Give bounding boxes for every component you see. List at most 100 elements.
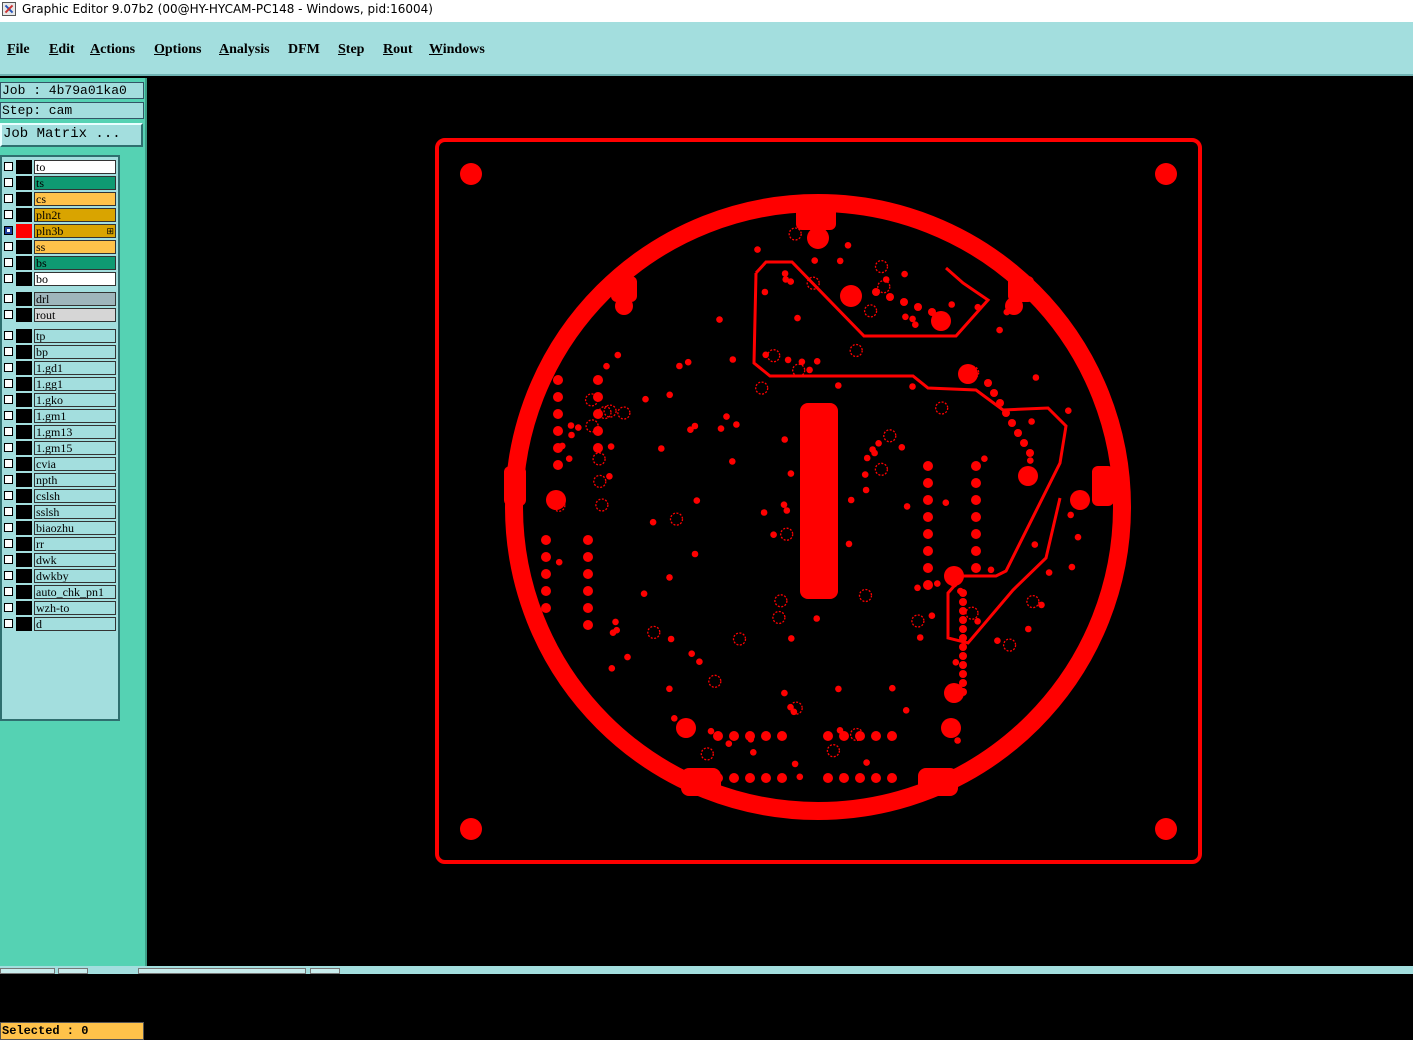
layer-checkbox[interactable] (4, 194, 13, 203)
layer-color-swatch[interactable] (16, 272, 32, 286)
layer-name[interactable]: bo (34, 272, 116, 286)
layer-name[interactable]: rout (34, 308, 116, 322)
layer-color-swatch[interactable] (16, 425, 32, 439)
layer-checkbox[interactable] (4, 475, 13, 484)
layer-row-1.gg1[interactable]: 1.gg1 (2, 376, 118, 392)
layer-color-swatch[interactable] (16, 329, 32, 343)
menu-windows[interactable]: Windows (429, 42, 485, 58)
layer-color-swatch[interactable] (16, 409, 32, 423)
layer-color-swatch[interactable] (16, 208, 32, 222)
layer-color-swatch[interactable] (16, 489, 32, 503)
layer-checkbox[interactable] (4, 411, 13, 420)
layer-color-swatch[interactable] (16, 473, 32, 487)
layer-row-drl[interactable]: drl (2, 291, 118, 307)
layer-color-swatch[interactable] (16, 521, 32, 535)
layer-color-swatch[interactable] (16, 457, 32, 471)
layer-color-swatch[interactable] (16, 224, 32, 238)
layer-color-swatch[interactable] (16, 345, 32, 359)
bottom-segment[interactable] (58, 968, 88, 974)
layer-color-swatch[interactable] (16, 176, 32, 190)
layer-row-d[interactable]: d (2, 616, 118, 632)
layer-row-dwk[interactable]: dwk (2, 552, 118, 568)
layer-checkbox[interactable] (4, 491, 13, 500)
bottom-segment[interactable] (310, 968, 340, 974)
layer-name[interactable]: 1.gm13 (34, 425, 116, 439)
layer-color-swatch[interactable] (16, 240, 32, 254)
layer-row-bs[interactable]: bs (2, 255, 118, 271)
layer-checkbox[interactable] (4, 555, 13, 564)
layer-color-swatch[interactable] (16, 617, 32, 631)
menu-step[interactable]: Step (338, 42, 364, 58)
layer-checkbox[interactable] (4, 587, 13, 596)
layer-color-swatch[interactable] (16, 441, 32, 455)
job-matrix-button[interactable]: Job Matrix ... (0, 123, 143, 147)
layer-row-npth[interactable]: npth (2, 472, 118, 488)
layer-checkbox[interactable] (4, 571, 13, 580)
layer-name[interactable]: rr (34, 537, 116, 551)
layer-checkbox[interactable] (4, 427, 13, 436)
layer-color-swatch[interactable] (16, 377, 32, 391)
layer-checkbox[interactable] (4, 379, 13, 388)
layer-color-swatch[interactable] (16, 601, 32, 615)
layer-color-swatch[interactable] (16, 256, 32, 270)
layer-checkbox[interactable] (4, 294, 13, 303)
layer-name[interactable]: bp (34, 345, 116, 359)
layer-row-1.gd1[interactable]: 1.gd1 (2, 360, 118, 376)
menu-analysis[interactable]: Analysis (219, 42, 270, 58)
layer-color-swatch[interactable] (16, 553, 32, 567)
layer-row-pln3b[interactable]: pln3b ⊞ (2, 223, 118, 239)
layer-name[interactable]: dwk (34, 553, 116, 567)
menu-options[interactable]: Options (154, 42, 201, 58)
layer-row-wzh-to[interactable]: wzh-to (2, 600, 118, 616)
layer-row-cs[interactable]: cs (2, 191, 118, 207)
layer-name[interactable]: 1.gm1 (34, 409, 116, 423)
menu-edit[interactable]: Edit (49, 42, 75, 58)
layer-row-cvia[interactable]: cvia (2, 456, 118, 472)
layer-checkbox[interactable] (4, 507, 13, 516)
layer-row-1.gm1[interactable]: 1.gm1 (2, 408, 118, 424)
layer-checkbox[interactable] (4, 347, 13, 356)
layer-checkbox[interactable] (4, 523, 13, 532)
layer-checkbox[interactable] (4, 443, 13, 452)
layer-checkbox[interactable] (4, 331, 13, 340)
layer-row-ts[interactable]: ts (2, 175, 118, 191)
layer-color-swatch[interactable] (16, 308, 32, 322)
layer-name[interactable]: to (34, 160, 116, 174)
layer-color-swatch[interactable] (16, 569, 32, 583)
layer-name[interactable]: drl (34, 292, 116, 306)
layer-row-auto_chk_pn1[interactable]: auto_chk_pn1 (2, 584, 118, 600)
layer-row-1.gm15[interactable]: 1.gm15 (2, 440, 118, 456)
layer-checkbox[interactable] (4, 178, 13, 187)
bottom-segment[interactable] (138, 968, 306, 974)
layer-name[interactable]: 1.gm15 (34, 441, 116, 455)
layer-color-swatch[interactable] (16, 361, 32, 375)
layer-checkbox[interactable] (4, 210, 13, 219)
layer-name[interactable]: cslsh (34, 489, 116, 503)
layer-checkbox[interactable] (4, 603, 13, 612)
menu-actions[interactable]: Actions (90, 42, 135, 58)
layer-name[interactable]: tp (34, 329, 116, 343)
layer-name[interactable]: ts (34, 176, 116, 190)
layer-expand-icon[interactable]: ⊞ (106, 225, 114, 237)
layer-checkbox[interactable] (4, 459, 13, 468)
layer-color-swatch[interactable] (16, 192, 32, 206)
layer-name[interactable]: wzh-to (34, 601, 116, 615)
layer-row-bo[interactable]: bo (2, 271, 118, 287)
layer-checkbox[interactable] (4, 310, 13, 319)
layer-name[interactable]: 1.gg1 (34, 377, 116, 391)
layer-row-bp[interactable]: bp (2, 344, 118, 360)
layer-color-swatch[interactable] (16, 505, 32, 519)
layer-color-swatch[interactable] (16, 292, 32, 306)
layer-checkbox[interactable] (4, 395, 13, 404)
graphic-canvas[interactable] (148, 78, 1413, 966)
layer-row-sslsh[interactable]: sslsh (2, 504, 118, 520)
layer-color-swatch[interactable] (16, 537, 32, 551)
layer-name[interactable]: ss (34, 240, 116, 254)
layer-checkbox[interactable] (4, 274, 13, 283)
layer-checkbox[interactable] (4, 162, 13, 171)
layer-name[interactable]: dwkby (34, 569, 116, 583)
layer-color-swatch[interactable] (16, 160, 32, 174)
layer-row-pln2t[interactable]: pln2t (2, 207, 118, 223)
layer-row-cslsh[interactable]: cslsh (2, 488, 118, 504)
layer-row-ss[interactable]: ss (2, 239, 118, 255)
